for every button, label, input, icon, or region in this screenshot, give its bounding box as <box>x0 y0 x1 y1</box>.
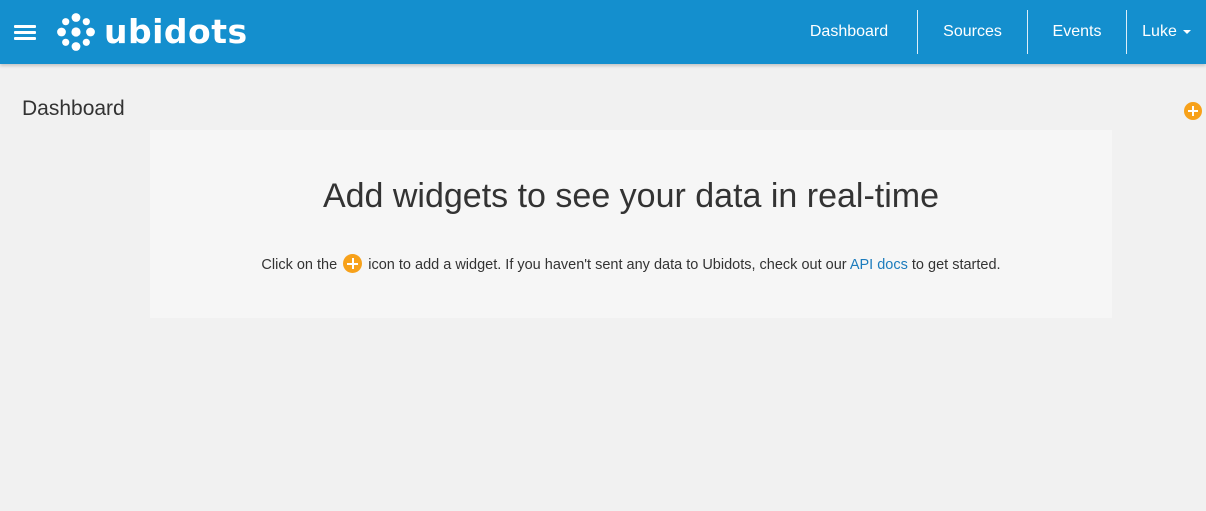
empty-state-text-before: Click on the <box>261 257 338 273</box>
user-menu[interactable]: Luke <box>1127 0 1206 64</box>
empty-state-panel: Add widgets to see your data in real-tim… <box>150 130 1112 318</box>
empty-state-heading: Add widgets to see your data in real-tim… <box>322 177 940 215</box>
page-title: Dashboard <box>22 97 125 120</box>
user-name: Luke <box>1142 23 1177 40</box>
main-nav: Dashboard Sources Events Luke <box>781 0 1206 64</box>
add-widget-button[interactable] <box>1184 102 1202 120</box>
nav-sources[interactable]: Sources <box>918 0 1027 64</box>
top-navbar: ubidots Dashboard Sources Events Luke <box>0 0 1206 64</box>
empty-state-text-after: to get started. <box>911 257 1001 273</box>
nav-dashboard[interactable]: Dashboard <box>781 0 917 64</box>
ubidots-logo[interactable]: ubidots <box>56 12 248 52</box>
empty-state-text: Click on the icon to add a widget. If yo… <box>150 254 1112 273</box>
caret-down-icon <box>1182 30 1191 34</box>
logo-dots-icon <box>57 13 95 51</box>
nav-events[interactable]: Events <box>1028 0 1126 64</box>
plus-circle-icon <box>343 254 363 273</box>
brand-name: ubidots <box>104 12 248 51</box>
api-docs-link[interactable]: API docs <box>850 257 908 273</box>
menu-icon[interactable] <box>14 24 36 40</box>
empty-state-text-middle: icon to add a widget. If you haven't sen… <box>368 257 847 273</box>
